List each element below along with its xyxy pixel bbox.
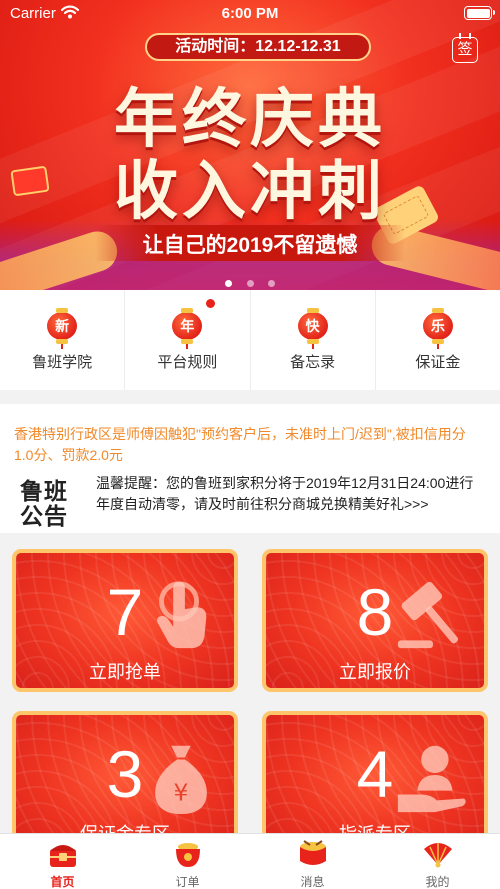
lantern-icon: 年 bbox=[172, 308, 203, 349]
menu-item-deposit[interactable]: 乐 保证金 bbox=[376, 290, 500, 390]
checkin-calendar-icon[interactable]: 签 bbox=[452, 33, 478, 63]
menu-item-label: 平台规则 bbox=[157, 354, 218, 371]
battery-icon bbox=[464, 6, 495, 20]
banner-slogan-band: 让自己的2019不留遗憾 bbox=[0, 221, 500, 265]
menu-item-label: 鲁班学院 bbox=[32, 354, 93, 371]
menu-item-memo[interactable]: 快 备忘录 bbox=[251, 290, 376, 390]
quote-card[interactable]: 8 立即报价 bbox=[262, 549, 488, 692]
menu-item-luban-academy[interactable]: 新 鲁班学院 bbox=[0, 290, 126, 390]
tab-orders[interactable]: 订单 bbox=[125, 834, 250, 889]
action-cards: 7 立即抢单 8 立即报价 ¥ 3 保证金专区 bbox=[0, 533, 500, 854]
points-reminder-link[interactable]: 温馨提醒：您的鲁班到家积分将于2019年12月31日24:00进行年度自动清零，… bbox=[96, 473, 486, 515]
event-time-badge: 活动时间：12.12-12.31 bbox=[145, 33, 371, 61]
app-screen: Carrier 6:00 PM 活动时间：12.12-12.31 签 年终庆典 … bbox=[0, 0, 500, 889]
carousel-dot[interactable] bbox=[225, 280, 233, 287]
home-chest-icon bbox=[49, 845, 76, 867]
grab-order-card[interactable]: 7 立即抢单 bbox=[12, 549, 238, 692]
bottom-tab-bar: 首页 订单 消息 我的 bbox=[0, 833, 500, 889]
tab-label: 首页 bbox=[50, 875, 75, 889]
menu-item-label: 保证金 bbox=[415, 354, 461, 371]
unread-dot bbox=[206, 299, 216, 308]
tab-profile[interactable]: 我的 bbox=[375, 834, 500, 889]
drum-icon bbox=[299, 840, 326, 865]
quote-label: 立即报价 bbox=[339, 662, 411, 682]
tab-label: 我的 bbox=[425, 875, 450, 889]
announcement-panel: 香港特别行政区是师傅因触犯"预约客户后，未准时上门/迟到",被扣信用分1.0分、… bbox=[0, 404, 500, 533]
lantern-icon: 新 bbox=[47, 308, 78, 349]
quote-count: 8 bbox=[356, 575, 394, 649]
carousel-dot[interactable] bbox=[267, 280, 275, 287]
clock: 6:00 PM bbox=[221, 5, 279, 22]
tab-label: 订单 bbox=[175, 875, 200, 889]
tab-label: 消息 bbox=[300, 875, 325, 889]
grab-order-count: 7 bbox=[106, 575, 144, 649]
menu-item-platform-rules[interactable]: 年 平台规则 bbox=[125, 290, 251, 390]
coin-pot-icon bbox=[175, 843, 200, 867]
promo-banner[interactable]: Carrier 6:00 PM 活动时间：12.12-12.31 签 年终庆典 … bbox=[0, 0, 500, 290]
announcement-logo: 鲁班 公告 bbox=[20, 478, 68, 529]
carousel-indicator[interactable] bbox=[0, 274, 500, 290]
banner-headline: 收入冲刺 bbox=[114, 155, 386, 227]
fan-icon bbox=[423, 843, 452, 868]
tab-messages[interactable]: 消息 bbox=[250, 834, 375, 889]
lantern-icon: 乐 bbox=[422, 308, 453, 349]
deposit-zone-count: 3 bbox=[106, 737, 144, 811]
assign-zone-count: 4 bbox=[356, 737, 394, 811]
penalty-marquee[interactable]: 香港特别行政区是师傅因触犯"预约客户后，未准时上门/迟到",被扣信用分1.0分、… bbox=[14, 424, 484, 466]
tab-home[interactable]: 首页 bbox=[0, 834, 125, 889]
quick-menu: 新 鲁班学院 年 平台规则 快 备忘录 乐 保证金 bbox=[0, 290, 500, 390]
menu-item-label: 备忘录 bbox=[290, 354, 336, 371]
lantern-icon: 快 bbox=[297, 308, 328, 349]
banner-slogan: 让自己的2019不留遗憾 bbox=[142, 234, 358, 257]
grab-order-label: 立即抢单 bbox=[89, 662, 161, 682]
status-bar: Carrier 6:00 PM bbox=[0, 0, 500, 28]
carousel-dot[interactable] bbox=[246, 280, 254, 287]
